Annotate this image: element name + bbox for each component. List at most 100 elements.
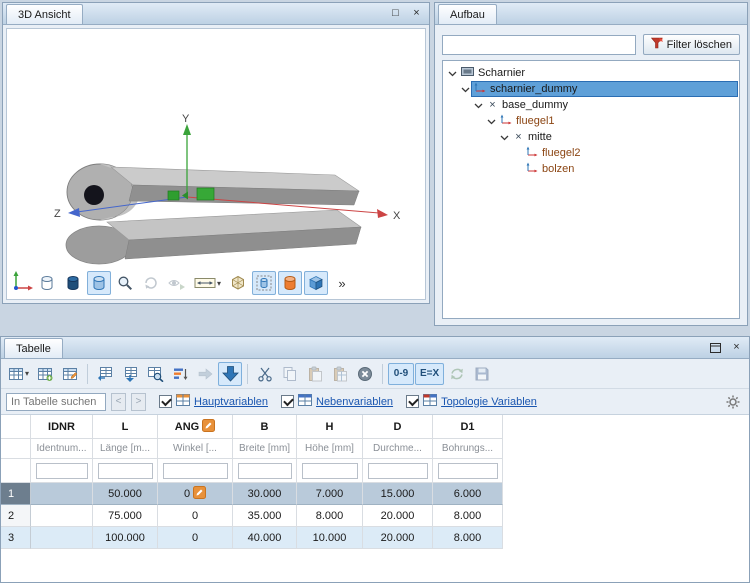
cylinder-wire-view-button[interactable] (35, 271, 59, 295)
cell-b[interactable]: 40.000 (233, 527, 297, 549)
tab-tabelle[interactable]: Tabelle (4, 338, 63, 358)
save-button[interactable] (470, 362, 494, 386)
chevron-down-icon[interactable] (485, 117, 497, 126)
cell-d[interactable]: 20.000 (363, 505, 433, 527)
cell-d1[interactable]: 6.000 (433, 483, 503, 505)
tree-item-base-dummy[interactable]: × base_dummy (444, 97, 738, 113)
cell-idnr[interactable] (31, 483, 93, 505)
row-header[interactable]: 1 (1, 483, 31, 505)
cell-l[interactable]: 50.000 (93, 483, 158, 505)
column-header-idnr[interactable]: IDNR (31, 415, 93, 439)
refresh-button[interactable] (445, 362, 469, 386)
cell-l[interactable]: 75.000 (93, 505, 158, 527)
filter-input-l[interactable] (98, 463, 153, 479)
tree-item-mitte[interactable]: × mitte (444, 129, 738, 145)
find-prev-button[interactable]: < (111, 393, 126, 411)
chevron-down-icon[interactable] (472, 101, 484, 110)
tree-item-bolzen[interactable]: bolzen (444, 161, 738, 177)
tab-aufbau[interactable]: Aufbau (438, 4, 497, 24)
cell-b[interactable]: 30.000 (233, 483, 297, 505)
nebenvariablen-link[interactable]: Nebenvariablen (316, 396, 393, 408)
cell-h[interactable]: 7.000 (297, 483, 363, 505)
cell-d[interactable]: 15.000 (363, 483, 433, 505)
dock-button[interactable] (707, 340, 724, 355)
3d-viewport[interactable]: X Y Z (6, 28, 426, 300)
cell-d1[interactable]: 8.000 (433, 527, 503, 549)
table-settings-button[interactable] (722, 391, 744, 413)
cell-ang[interactable]: 0 (158, 505, 233, 527)
topologie-variablen-link[interactable]: Topologie Variablen (441, 396, 537, 408)
cylinder-clipbox-button[interactable] (252, 271, 276, 295)
filter-input-b[interactable] (238, 463, 292, 479)
show-values-toggle[interactable]: 0-9 (388, 363, 414, 385)
cube-isometric-button[interactable] (304, 271, 328, 295)
zoom-button[interactable] (113, 271, 137, 295)
cell-d1[interactable]: 8.000 (433, 505, 503, 527)
cell-l[interactable]: 100.000 (93, 527, 158, 549)
append-row-button[interactable] (118, 362, 142, 386)
chevron-down-icon[interactable] (446, 69, 458, 78)
cell-h[interactable]: 8.000 (297, 505, 363, 527)
cell-b[interactable]: 35.000 (233, 505, 297, 527)
row-header[interactable]: 3 (1, 527, 31, 549)
close-button[interactable]: × (408, 6, 425, 21)
column-header-d[interactable]: D (363, 415, 433, 439)
delete-row-button[interactable] (353, 362, 377, 386)
column-header-l[interactable]: L (93, 415, 158, 439)
table-menu-button[interactable]: ▾ (5, 362, 32, 386)
edit-formula-icon[interactable] (202, 419, 215, 435)
cell-ang[interactable]: 0 (158, 483, 233, 505)
paste-button[interactable] (303, 362, 327, 386)
dimensioning-button[interactable]: ▾ (191, 271, 224, 295)
copy-button[interactable] (278, 362, 302, 386)
cell-idnr[interactable] (31, 527, 93, 549)
cell-ang[interactable]: 0 (158, 527, 233, 549)
edit-table-button[interactable] (58, 362, 82, 386)
show-formulas-toggle[interactable]: E=X (415, 363, 444, 385)
filter-input-ang[interactable] (163, 463, 228, 479)
close-button[interactable]: × (728, 340, 745, 355)
hauptvariablen-checkbox[interactable] (159, 395, 172, 408)
cell-d[interactable]: 20.000 (363, 527, 433, 549)
tree-item-fluegel2[interactable]: fluegel2 (444, 145, 738, 161)
topologie-checkbox[interactable] (406, 395, 419, 408)
column-header-d1[interactable]: D1 (433, 415, 503, 439)
filter-input-d[interactable] (368, 463, 428, 479)
nebenvariablen-checkbox[interactable] (281, 395, 294, 408)
filter-input-idnr[interactable] (36, 463, 88, 479)
cylinder-dark-view-button[interactable] (61, 271, 85, 295)
find-in-table-button[interactable] (143, 362, 167, 386)
dropdown-arrow-icon[interactable]: ▾ (217, 279, 221, 288)
tree-item-fluegel1[interactable]: fluegel1 (444, 113, 738, 129)
hauptvariablen-link[interactable]: Hauptvariablen (194, 396, 268, 408)
cut-button[interactable] (253, 362, 277, 386)
sort-button[interactable] (168, 362, 192, 386)
apply-row-button[interactable] (218, 362, 242, 386)
tree-item-scharnier-dummy[interactable]: scharnier_dummy (444, 81, 738, 97)
maximize-button[interactable]: □ (387, 6, 404, 21)
cylinder-shaded-view-button[interactable] (87, 271, 111, 295)
paste-table-button[interactable] (328, 362, 352, 386)
dropdown-arrow-icon[interactable]: ▾ (25, 369, 29, 378)
chevron-down-icon[interactable] (498, 133, 510, 142)
clear-filter-button[interactable]: Filter löschen (643, 34, 740, 55)
filter-input-d1[interactable] (438, 463, 498, 479)
cell-h[interactable]: 10.000 (297, 527, 363, 549)
cylinder-orange-button[interactable] (278, 271, 302, 295)
column-header-h[interactable]: H (297, 415, 363, 439)
tree-item-scharnier[interactable]: Scharnier (444, 65, 738, 81)
transfer-row-button[interactable] (193, 362, 217, 386)
new-table-button[interactable] (33, 362, 57, 386)
mesh-display-button[interactable] (226, 271, 250, 295)
column-header-b[interactable]: B (233, 415, 297, 439)
table-corner[interactable] (1, 415, 31, 439)
insert-row-button[interactable] (93, 362, 117, 386)
tab-3d-ansicht[interactable]: 3D Ansicht (6, 4, 83, 24)
structure-search-input[interactable] (442, 35, 636, 55)
row-header[interactable]: 2 (1, 505, 31, 527)
table-search-input[interactable] (6, 393, 106, 411)
rotate-view-button[interactable] (139, 271, 163, 295)
chevron-down-icon[interactable] (459, 85, 471, 94)
filter-input-h[interactable] (302, 463, 358, 479)
edit-formula-icon[interactable] (193, 486, 206, 502)
